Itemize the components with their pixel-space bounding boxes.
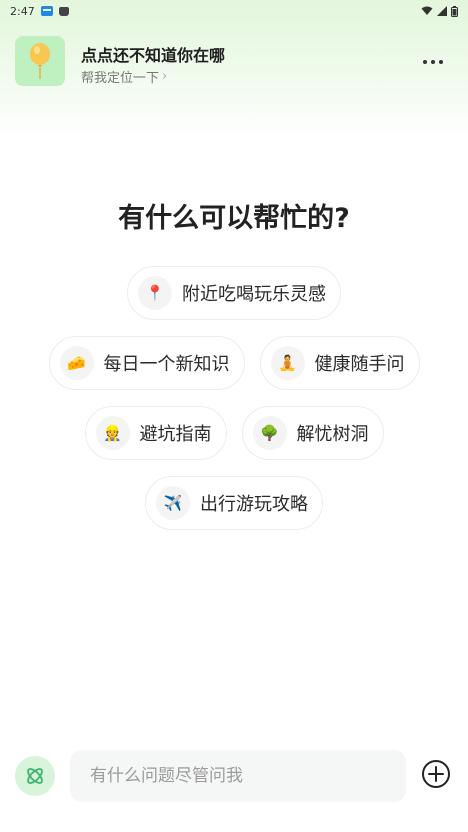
bottom-input-bar	[0, 748, 468, 804]
suggestion-chip-travel[interactable]: ✈️ 出行游玩攻略	[145, 476, 323, 530]
suggestion-row-1: 📍 附近吃喝玩乐灵感	[0, 266, 468, 320]
construction-worker-icon: 👷	[95, 416, 130, 450]
suggestion-row-4: ✈️ 出行游玩攻略	[0, 476, 468, 530]
question-input[interactable]	[90, 766, 406, 786]
question-input-container[interactable]	[70, 750, 406, 802]
suggestion-chip-pitfall-guide[interactable]: 👷 避坑指南	[84, 406, 227, 460]
header: 点点还不知道你在哪 帮我定位一下 ›	[0, 36, 468, 90]
add-button[interactable]	[420, 758, 452, 790]
suggestion-row-2: 🧀 每日一个新知识 🧘 健康随手问	[0, 336, 468, 390]
meditation-icon: 🧘	[270, 346, 305, 380]
suggestion-chip-daily-knowledge[interactable]: 🧀 每日一个新知识	[48, 336, 245, 390]
suggestion-row-3: 👷 避坑指南 🌳 解忧树洞	[0, 406, 468, 460]
suggestion-chip-tree-hole[interactable]: 🌳 解忧树洞	[241, 406, 384, 460]
assistant-button[interactable]	[15, 756, 55, 796]
add-circle-icon	[422, 760, 450, 788]
avatar[interactable]	[15, 36, 65, 86]
page-title: 点点还不知道你在哪	[81, 46, 226, 65]
suggestion-label: 避坑指南	[139, 424, 212, 445]
chevron-right-icon: ›	[162, 69, 168, 84]
main-title: 有什么可以帮忙的?	[118, 203, 350, 234]
suggestion-label: 解忧树洞	[296, 424, 369, 445]
wifi-icon	[421, 6, 433, 15]
balloon-icon	[30, 43, 50, 79]
suggestion-chip-health[interactable]: 🧘 健康随手问	[259, 336, 420, 390]
tree-icon: 🌳	[252, 416, 287, 450]
assistant-icon	[27, 768, 43, 784]
status-time: 2:47	[10, 4, 35, 18]
app-notification-icon	[40, 6, 53, 16]
battery-icon	[451, 5, 458, 17]
locate-me-link[interactable]: 帮我定位一下 ›	[81, 67, 167, 86]
suggestion-label: 出行游玩攻略	[200, 494, 308, 515]
cheese-icon: 🧀	[59, 346, 94, 380]
locate-me-label: 帮我定位一下	[81, 71, 160, 86]
suggestion-chip-nearby[interactable]: 📍 附近吃喝玩乐灵感	[127, 266, 341, 320]
airplane-icon: ✈️	[156, 486, 190, 520]
signal-icon	[437, 6, 447, 16]
cat-icon	[58, 6, 69, 16]
status-bar: 2:47	[0, 0, 468, 22]
location-pin-icon: 📍	[138, 276, 172, 310]
more-dots-icon[interactable]	[418, 52, 448, 72]
suggestion-label: 每日一个新知识	[103, 354, 230, 375]
suggestion-label: 附近吃喝玩乐灵感	[182, 284, 326, 305]
suggestion-label: 健康随手问	[314, 354, 405, 375]
